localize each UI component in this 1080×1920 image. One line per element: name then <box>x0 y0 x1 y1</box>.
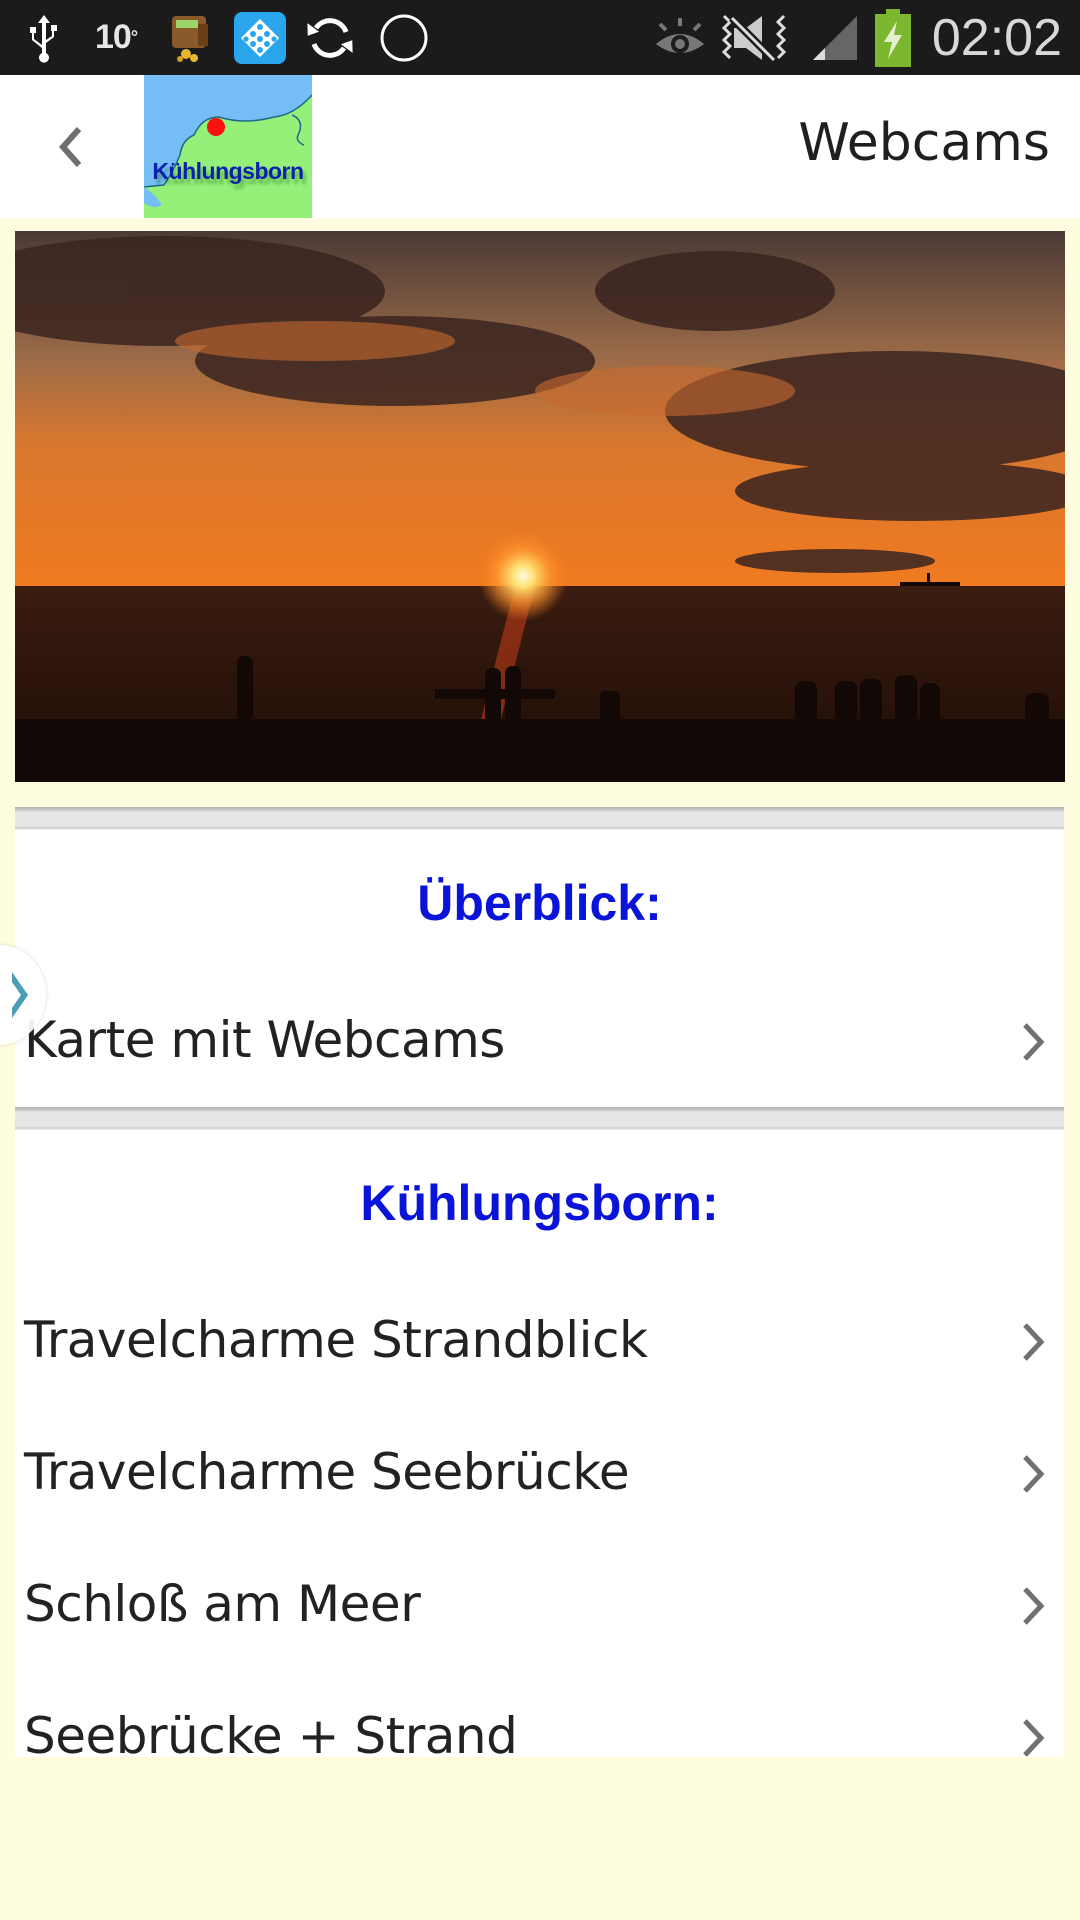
back-button[interactable] <box>40 107 100 187</box>
sync-icon <box>302 0 358 75</box>
battery-charging-icon <box>872 0 914 75</box>
list-item-karte-mit-webcams[interactable]: Karte mit Webcams <box>15 975 1064 1107</box>
mute-icon <box>716 0 792 75</box>
usb-icon <box>22 0 66 75</box>
status-bar: 10 ° 02:02 <box>0 0 1080 75</box>
chevron-right-icon <box>1023 1587 1045 1625</box>
map-logo-icon <box>144 75 312 208</box>
signal-icon <box>810 0 860 75</box>
temperature-value: 10 <box>95 18 132 56</box>
webcam-list-panel: Überblick: Karte mit Webcams Kühlungsbor… <box>15 807 1064 1757</box>
list-item-label: Seebrücke + Strand <box>24 1707 518 1757</box>
section-divider <box>15 807 1064 830</box>
section-header-overview: Überblick: <box>417 875 662 931</box>
sunset-photo <box>15 231 1065 782</box>
temperature-unit: ° <box>130 27 138 47</box>
action-bar: Kühlungsborn Webcams <box>0 75 1080 218</box>
app-logo[interactable]: Kühlungsborn <box>144 75 312 218</box>
page-title: Webcams <box>798 113 1050 173</box>
list-item-label: Travelcharme Strandblick <box>24 1311 648 1369</box>
temperature-readout: 10 ° <box>95 0 138 75</box>
eye-icon <box>650 0 710 75</box>
list-item-label: Schloß am Meer <box>24 1575 421 1633</box>
clock: 02:02 <box>931 8 1062 67</box>
section-divider <box>15 1107 1064 1130</box>
chevron-right-icon <box>1023 1323 1045 1361</box>
section-header-kuehlungsborn: Kühlungsborn: <box>360 1175 719 1231</box>
list-item-seebruecke-strand[interactable]: Seebrücke + Strand <box>15 1671 1064 1757</box>
chevron-left-icon <box>58 127 82 167</box>
list-item-travelcharme-strandblick[interactable]: Travelcharme Strandblick <box>15 1275 1064 1407</box>
circle-icon <box>376 0 432 75</box>
chevron-right-icon <box>1023 1719 1045 1757</box>
wallet-app-icon <box>165 0 215 75</box>
logo-text: Kühlungsborn <box>152 158 304 184</box>
list-item-travelcharme-seebruecke[interactable]: Travelcharme Seebrücke <box>15 1407 1064 1539</box>
list-item-label: Travelcharme Seebrücke <box>24 1443 630 1501</box>
chevron-right-icon <box>12 972 28 1018</box>
list-item-label: Karte mit Webcams <box>24 1011 505 1069</box>
hero-image[interactable] <box>15 231 1065 782</box>
chevron-right-icon <box>1023 1023 1045 1061</box>
list-item-schloss-am-meer[interactable]: Schloß am Meer <box>15 1539 1064 1671</box>
chevron-right-icon <box>1023 1455 1045 1493</box>
apps-grid-icon <box>232 0 288 75</box>
